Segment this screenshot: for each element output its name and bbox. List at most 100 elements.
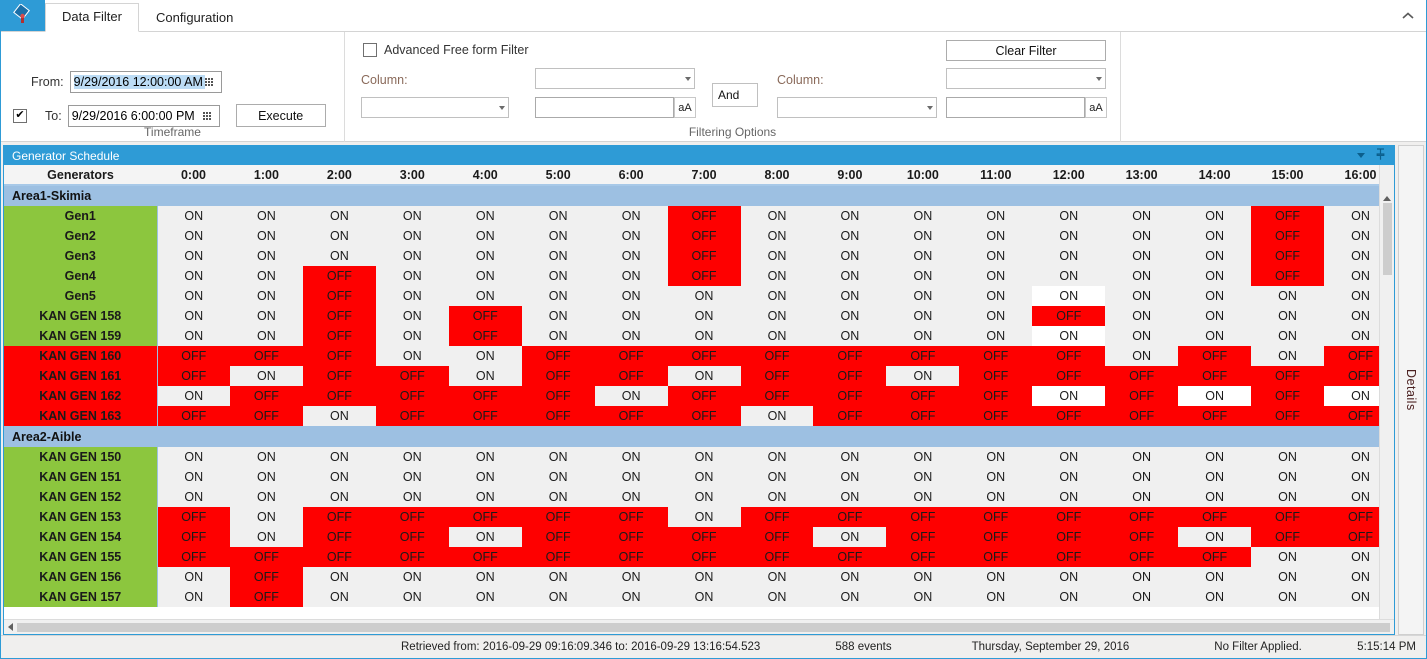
schedule-cell[interactable]: ON — [595, 226, 668, 246]
schedule-cell[interactable]: OFF — [1105, 507, 1178, 527]
schedule-cell[interactable]: ON — [886, 467, 959, 487]
schedule-cell[interactable]: OFF — [449, 406, 522, 426]
schedule-cell[interactable]: ON — [813, 226, 886, 246]
header-time-16-00[interactable]: 16:00 — [1324, 165, 1379, 185]
schedule-cell[interactable]: ON — [595, 386, 668, 406]
schedule-cell[interactable]: ON — [1324, 547, 1379, 567]
schedule-cell[interactable]: ON — [668, 286, 741, 306]
schedule-cell[interactable]: ON — [1032, 567, 1105, 587]
schedule-cell[interactable]: OFF — [959, 346, 1032, 366]
table-row[interactable]: KAN GEN 152ONONONONONONONONONONONONONONO… — [4, 487, 1379, 507]
schedule-cell[interactable]: ON — [1178, 206, 1251, 226]
generator-name-cell[interactable]: Gen3 — [4, 246, 157, 266]
table-row[interactable]: KAN GEN 161OFFONOFFOFFONOFFOFFONOFFOFFON… — [4, 366, 1379, 386]
schedule-cell[interactable]: ON — [668, 587, 741, 607]
table-row[interactable]: Gen1ONONONONONONONOFFONONONONONONONOFFON — [4, 206, 1379, 226]
schedule-cell[interactable]: ON — [1032, 587, 1105, 607]
schedule-cell[interactable]: ON — [522, 587, 595, 607]
schedule-cell[interactable]: OFF — [1324, 366, 1379, 386]
schedule-cell[interactable]: ON — [668, 567, 741, 587]
schedule-cell[interactable]: OFF — [303, 366, 376, 386]
schedule-cell[interactable]: OFF — [376, 507, 449, 527]
header-time-8-00[interactable]: 8:00 — [741, 165, 814, 185]
schedule-cell[interactable]: ON — [741, 567, 814, 587]
generator-name-cell[interactable]: KAN GEN 154 — [4, 527, 157, 547]
schedule-cell[interactable]: ON — [376, 487, 449, 507]
schedule-cell[interactable]: OFF — [522, 547, 595, 567]
schedule-cell[interactable]: OFF — [668, 346, 741, 366]
tab-configuration[interactable]: Configuration — [139, 4, 250, 32]
schedule-cell[interactable]: OFF — [303, 326, 376, 346]
schedule-cell[interactable]: ON — [157, 306, 230, 326]
schedule-cell[interactable]: ON — [741, 246, 814, 266]
schedule-cell[interactable]: OFF — [668, 547, 741, 567]
schedule-cell[interactable]: ON — [1178, 447, 1251, 467]
schedule-cell[interactable]: OFF — [813, 507, 886, 527]
schedule-cell[interactable]: OFF — [959, 547, 1032, 567]
schedule-cell[interactable]: ON — [522, 226, 595, 246]
schedule-cell[interactable]: ON — [1105, 567, 1178, 587]
schedule-cell[interactable]: ON — [1251, 306, 1324, 326]
schedule-cell[interactable]: OFF — [157, 507, 230, 527]
schedule-cell[interactable]: ON — [1105, 346, 1178, 366]
schedule-cell[interactable]: ON — [1032, 226, 1105, 246]
schedule-cell[interactable]: ON — [959, 226, 1032, 246]
schedule-cell[interactable]: ON — [1178, 587, 1251, 607]
schedule-cell[interactable]: OFF — [741, 527, 814, 547]
schedule-cell[interactable]: ON — [1251, 346, 1324, 366]
execute-button[interactable]: Execute — [236, 104, 326, 127]
schedule-cell[interactable]: OFF — [1032, 306, 1105, 326]
schedule-cell[interactable]: ON — [1032, 266, 1105, 286]
schedule-cell[interactable]: OFF — [303, 346, 376, 366]
calendar-grid-icon[interactable] — [205, 78, 219, 86]
schedule-cell[interactable]: ON — [813, 447, 886, 467]
schedule-cell[interactable]: ON — [595, 447, 668, 467]
schedule-cell[interactable]: ON — [741, 266, 814, 286]
schedule-cell[interactable]: ON — [1324, 306, 1379, 326]
schedule-cell[interactable]: ON — [741, 206, 814, 226]
schedule-cell[interactable]: OFF — [1251, 226, 1324, 246]
schedule-cell[interactable]: OFF — [1178, 366, 1251, 386]
generator-name-cell[interactable]: Gen2 — [4, 226, 157, 246]
schedule-cell[interactable]: OFF — [813, 547, 886, 567]
schedule-cell[interactable]: OFF — [449, 547, 522, 567]
schedule-cell[interactable]: ON — [230, 246, 303, 266]
schedule-cell[interactable]: ON — [230, 447, 303, 467]
schedule-cell[interactable]: OFF — [449, 326, 522, 346]
schedule-cell[interactable]: OFF — [1178, 507, 1251, 527]
schedule-cell[interactable]: OFF — [595, 547, 668, 567]
to-datetime-input[interactable]: 9/29/2016 6:00:00 PM — [68, 105, 220, 127]
schedule-cell[interactable]: ON — [886, 587, 959, 607]
schedule-cell[interactable]: ON — [1324, 567, 1379, 587]
schedule-cell[interactable]: ON — [230, 366, 303, 386]
header-time-6-00[interactable]: 6:00 — [595, 165, 668, 185]
schedule-cell[interactable]: ON — [668, 487, 741, 507]
group-row[interactable]: Area1-Skimia — [4, 185, 1379, 206]
schedule-cell[interactable]: ON — [449, 487, 522, 507]
schedule-cell[interactable]: OFF — [886, 547, 959, 567]
schedule-cell[interactable]: OFF — [522, 406, 595, 426]
schedule-cell[interactable]: ON — [886, 326, 959, 346]
schedule-cell[interactable]: OFF — [959, 527, 1032, 547]
schedule-cell[interactable]: ON — [959, 487, 1032, 507]
schedule-cell[interactable]: OFF — [668, 527, 741, 547]
schedule-cell[interactable]: ON — [230, 487, 303, 507]
schedule-cell[interactable]: ON — [522, 447, 595, 467]
header-time-7-00[interactable]: 7:00 — [668, 165, 741, 185]
pin-icon[interactable] — [1375, 148, 1386, 164]
schedule-cell[interactable]: ON — [1105, 326, 1178, 346]
schedule-cell[interactable]: OFF — [668, 266, 741, 286]
table-row[interactable]: KAN GEN 150ONONONONONONONONONONONONONONO… — [4, 447, 1379, 467]
schedule-cell[interactable]: OFF — [1032, 527, 1105, 547]
schedule-cell[interactable]: ON — [376, 206, 449, 226]
schedule-cell[interactable]: OFF — [741, 346, 814, 366]
schedule-cell[interactable]: ON — [376, 567, 449, 587]
schedule-cell[interactable]: ON — [668, 326, 741, 346]
header-time-11-00[interactable]: 11:00 — [959, 165, 1032, 185]
schedule-cell[interactable]: OFF — [522, 386, 595, 406]
schedule-cell[interactable]: OFF — [1105, 547, 1178, 567]
column1-field-select[interactable] — [535, 68, 695, 89]
schedule-cell[interactable]: OFF — [303, 266, 376, 286]
schedule-cell[interactable]: ON — [1105, 226, 1178, 246]
schedule-cell[interactable]: OFF — [1105, 527, 1178, 547]
